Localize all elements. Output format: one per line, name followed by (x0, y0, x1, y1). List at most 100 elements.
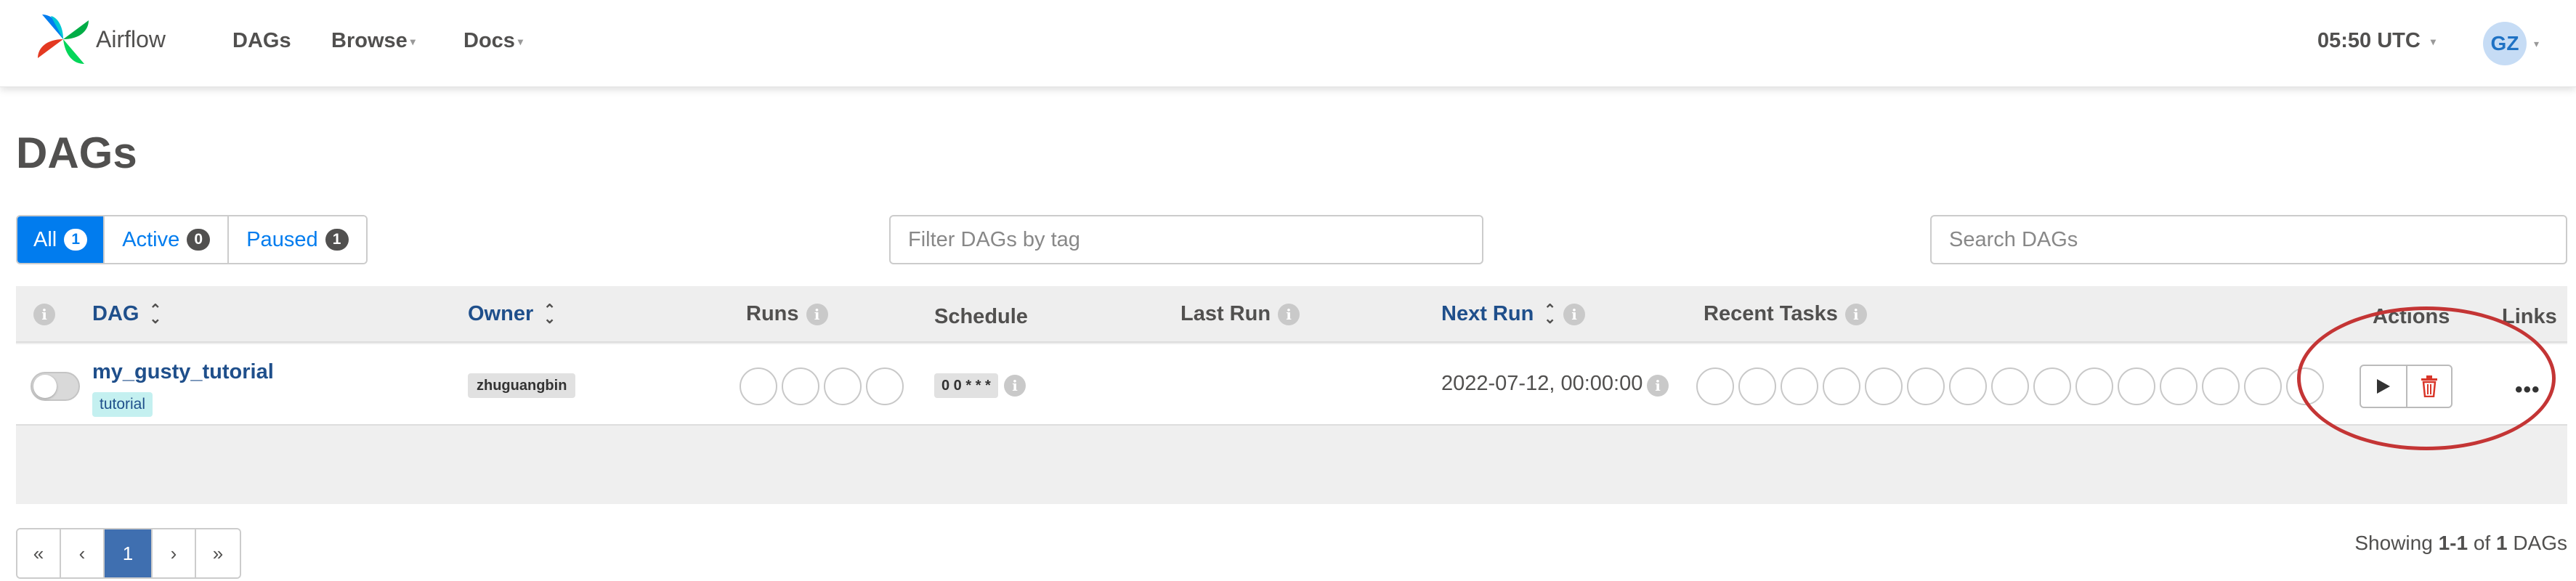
task-status-circle[interactable] (2244, 367, 2282, 405)
header-owner-label: Owner (468, 302, 534, 325)
chevron-down-icon: ▾ (2430, 35, 2436, 47)
pagination: « ‹ 1 › » (16, 528, 241, 579)
header-info: i (33, 302, 55, 326)
actions-group (2360, 365, 2453, 408)
prev-page-button[interactable]: ‹ (61, 529, 105, 577)
header-runs: Runs i (746, 302, 828, 326)
nav-browse[interactable]: Browse ▾ (331, 29, 416, 53)
header-recent-tasks: Recent Tasks i (1704, 302, 1867, 326)
trigger-dag-button[interactable] (2361, 366, 2406, 407)
chevron-down-icon[interactable]: ▾ (2534, 38, 2539, 50)
info-icon[interactable]: i (1844, 304, 1867, 326)
header-owner[interactable]: Owner ⌃ ⌄ (468, 302, 556, 326)
run-status-circle[interactable] (782, 367, 819, 405)
run-status-circle[interactable] (740, 367, 777, 405)
summary-total: 1 (2495, 532, 2508, 554)
user-avatar[interactable]: GZ (2483, 22, 2527, 65)
filter-active-button[interactable]: Active 0 (105, 216, 230, 263)
tag-filter-input[interactable]: Filter DAGs by tag (889, 215, 1483, 264)
sort-icon: ⌃ ⌄ (149, 302, 162, 328)
header-recent-tasks-label: Recent Tasks (1704, 302, 1838, 325)
summary-prefix: Showing (2354, 532, 2433, 554)
next-run-value: 2022-07-12, 00:00:00 (1441, 372, 1643, 395)
task-status-circle[interactable] (1907, 367, 1945, 405)
first-page-button[interactable]: « (17, 529, 61, 577)
task-status-circle[interactable] (1781, 367, 1818, 405)
brand[interactable]: Airflow (36, 12, 166, 67)
nav-docs-label: Docs (463, 29, 515, 52)
task-status-circle[interactable] (2160, 367, 2198, 405)
info-icon[interactable]: i (1278, 304, 1300, 326)
header-links: Links (2502, 305, 2557, 328)
task-status-circle[interactable] (1949, 367, 1987, 405)
sort-icon: ⌃ ⌄ (543, 302, 556, 328)
task-status-circle[interactable] (2118, 367, 2155, 405)
dag-tag[interactable]: tutorial (92, 392, 153, 417)
search-placeholder: Search DAGs (1949, 227, 2078, 251)
search-input[interactable]: Search DAGs (1930, 215, 2567, 264)
header-dag[interactable]: DAG ⌃ ⌄ (92, 302, 161, 326)
play-icon (2377, 379, 2390, 394)
tag-filter-placeholder: Filter DAGs by tag (908, 227, 1080, 251)
owner-badge[interactable]: zhuguangbin (468, 373, 576, 398)
count-badge: 0 (187, 229, 211, 251)
header-schedule: Schedule (934, 305, 1028, 328)
header-dag-label: DAG (92, 302, 139, 325)
chevron-down-icon: ▾ (517, 35, 523, 47)
filter-all-button[interactable]: All 1 (17, 216, 105, 263)
info-icon[interactable]: i (1563, 304, 1586, 326)
table-header: i DAG ⌃ ⌄ Owner ⌃ ⌄ Runs i Schedule Last Run i… (16, 286, 2567, 343)
filter-paused-button[interactable]: Paused 1 (229, 216, 366, 263)
timezone-clock[interactable]: 05:50 UTC ▾ (2317, 29, 2436, 53)
airflow-logo-icon (38, 15, 89, 64)
more-links-icon[interactable]: ••• (2515, 378, 2540, 402)
task-status-circle[interactable] (1991, 367, 2029, 405)
run-status-circle[interactable] (824, 367, 862, 405)
task-status-circle[interactable] (2202, 367, 2240, 405)
nav-dags-label: DAGs (232, 29, 291, 52)
next-page-button[interactable]: › (153, 529, 196, 577)
run-status-circle[interactable] (866, 367, 904, 405)
nav-docs[interactable]: Docs ▾ (463, 29, 523, 53)
clock-label: 05:50 UTC (2317, 29, 2421, 52)
summary-of: of (2473, 532, 2491, 554)
filter-all-label: All (33, 227, 57, 251)
info-icon[interactable]: i (806, 304, 828, 326)
info-icon[interactable]: i (1004, 375, 1026, 397)
header-actions: Actions (2373, 305, 2450, 328)
pause-toggle[interactable] (31, 372, 80, 401)
info-icon[interactable]: i (33, 304, 55, 326)
table-row: my_gusty_tutorial tutorial zhuguangbin 0… (16, 344, 2567, 426)
summary-suffix: DAGs (2513, 532, 2567, 554)
summary-range: 1-1 (2438, 532, 2468, 554)
header-next-run-label: Next Run (1441, 302, 1534, 325)
page-title: DAGs (16, 129, 137, 177)
filter-active-label: Active (122, 227, 180, 251)
filter-paused-label: Paused (246, 227, 318, 251)
task-status-circle[interactable] (2033, 367, 2071, 405)
status-filter-group: All 1 Active 0 Paused 1 (16, 215, 368, 264)
header-last-run: Last Run i (1180, 302, 1300, 326)
task-status-circle[interactable] (1865, 367, 1903, 405)
task-status-circle[interactable] (2286, 367, 2324, 405)
task-status-circle[interactable] (1696, 367, 1734, 405)
dags-table: i DAG ⌃ ⌄ Owner ⌃ ⌄ Runs i Schedule Last Run i… (16, 286, 2567, 504)
count-badge: 1 (325, 229, 349, 251)
nav-dags[interactable]: DAGs (232, 29, 291, 53)
schedule-badge[interactable]: 0 0 * * * (934, 373, 998, 398)
task-status-circle[interactable] (1738, 367, 1776, 405)
count-badge: 1 (64, 229, 88, 251)
task-status-circle[interactable] (1823, 367, 1860, 405)
top-navbar: Airflow DAGs Browse ▾ Docs ▾ 05:50 UTC ▾ GZ… (0, 0, 2576, 87)
current-page-button[interactable]: 1 (105, 529, 153, 577)
header-next-run[interactable]: Next Run ⌃ ⌄ i (1441, 302, 1586, 328)
info-icon[interactable]: i (1647, 375, 1669, 397)
dag-id-link[interactable]: my_gusty_tutorial (92, 360, 274, 384)
results-summary: Showing 1-1 of 1 DAGs (2354, 532, 2567, 555)
trash-icon (2421, 375, 2437, 397)
task-status-circle[interactable] (2075, 367, 2113, 405)
sort-icon: ⌃ ⌄ (1544, 302, 1557, 328)
last-page-button[interactable]: » (196, 529, 240, 577)
header-last-run-label: Last Run (1180, 302, 1271, 325)
delete-dag-button[interactable] (2406, 366, 2451, 407)
